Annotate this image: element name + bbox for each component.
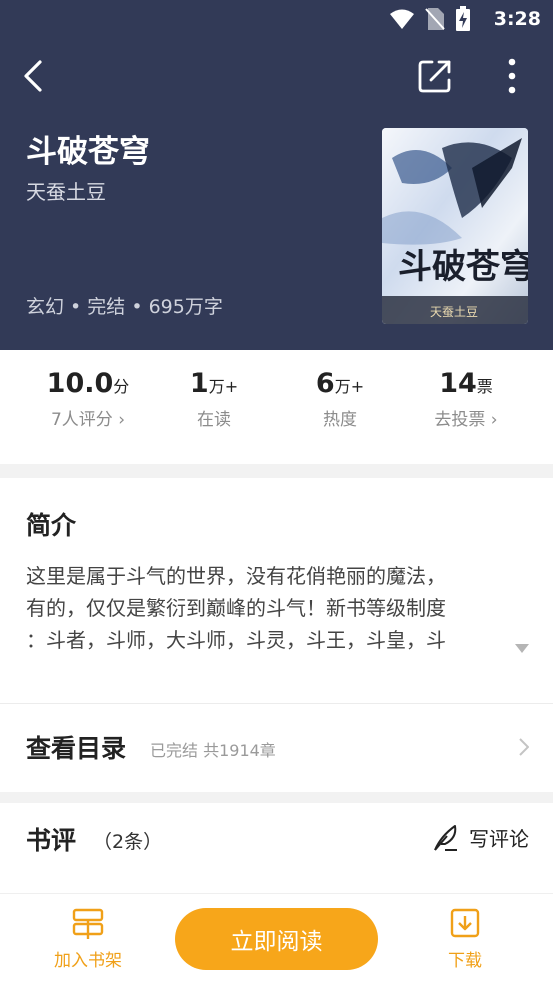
votes-unit: 票 <box>476 377 493 396</box>
back-button[interactable] <box>20 58 50 94</box>
status-icons <box>389 6 471 32</box>
votes-stat[interactable]: 14票 去投票 › <box>401 368 531 430</box>
readers-unit: 万+ <box>208 377 239 396</box>
intro-title: 简介 <box>26 511 77 540</box>
download-button[interactable]: 下载 <box>410 906 520 971</box>
book-header: 3:28 斗破苍穹 天蚕土豆 玄幻 • 完结 • 695万字 斗破苍穹 天蚕土豆 <box>0 0 553 350</box>
wifi-icon <box>390 9 414 29</box>
votes-value: 14 <box>439 368 477 399</box>
intro-line: ：斗者，斗师，大斗师，斗灵，斗王，斗皇，斗 <box>26 628 446 652</box>
bottom-action-bar: 加入书架 立即阅读 下载 <box>0 893 553 983</box>
quill-pen-icon <box>434 824 457 851</box>
toc-title: 查看目录 <box>26 734 127 763</box>
popularity-stat: 6万+ 热度 <box>275 368 405 430</box>
reviews-section: 书评 （2条） 写评论 <box>0 803 553 893</box>
intro-text: 这里是属于斗气的世界，没有花俏艳丽的魔法， 有的，仅仅是繁衍到巅峰的斗气！新书等… <box>26 560 526 656</box>
add-to-shelf-label: 加入书架 <box>54 951 122 971</box>
status-bar: 3:28 <box>0 0 553 40</box>
bookshelf-add-icon <box>72 908 104 939</box>
popularity-value: 6 <box>315 368 335 399</box>
book-cover-image[interactable]: 斗破苍穹 天蚕土豆 <box>382 128 528 324</box>
no-sim-icon <box>425 8 445 30</box>
table-of-contents-row[interactable]: 查看目录 已完结 共1914章 <box>0 704 553 792</box>
status-time: 3:28 <box>493 8 541 30</box>
book-title: 斗破苍穹 <box>26 134 150 170</box>
popularity-label: 热度 <box>323 410 357 430</box>
rating-value: 10.0 <box>46 368 114 399</box>
intro-line: 有的，仅仅是繁衍到巅峰的斗气！新书等级制度 <box>26 596 446 620</box>
book-meta: 玄幻 • 完结 • 695万字 <box>26 296 223 318</box>
battery-charging-icon <box>456 6 470 31</box>
download-label: 下载 <box>448 951 482 971</box>
intro-section[interactable]: 简介 这里是属于斗气的世界，没有花俏艳丽的魔法， 有的，仅仅是繁衍到巅峰的斗气！… <box>0 478 553 703</box>
write-review-button[interactable]: 写评论 <box>431 823 529 852</box>
toc-status: 已完结 共1914章 <box>150 741 276 760</box>
book-detail-screen: 3:28 斗破苍穹 天蚕土豆 玄幻 • 完结 • 695万字 斗破苍穹 天蚕土豆… <box>0 0 553 983</box>
rating-label: 7人评分 › <box>50 410 126 430</box>
cover-title-text: 斗破苍穹 <box>398 247 528 287</box>
expand-icon[interactable] <box>515 644 529 654</box>
more-options-button[interactable] <box>500 56 524 96</box>
rating-stat[interactable]: 10.0分 7人评分 › <box>23 368 153 430</box>
chevron-right-icon <box>519 738 529 756</box>
intro-line: 这里是属于斗气的世界，没有花俏艳丽的魔法， <box>26 564 446 588</box>
reviews-title: 书评 <box>26 826 77 855</box>
readers-label: 在读 <box>197 410 231 430</box>
cover-author-text: 天蚕土豆 <box>430 305 478 319</box>
vote-link[interactable]: 去投票 › <box>401 405 531 430</box>
reviews-count: （2条） <box>93 831 163 853</box>
share-button[interactable] <box>417 58 453 94</box>
readers-stat: 1万+ 在读 <box>149 368 279 430</box>
add-to-shelf-button[interactable]: 加入书架 <box>33 906 143 971</box>
popularity-unit: 万+ <box>334 377 365 396</box>
stats-panel: 10.0分 7人评分 › 1万+ 在读 6万+ 热度 14票 去投票 › <box>0 350 553 464</box>
read-now-button[interactable]: 立即阅读 <box>175 908 378 970</box>
book-author[interactable]: 天蚕土豆 <box>26 176 106 205</box>
rating-unit: 分 <box>113 377 130 396</box>
readers-value: 1 <box>189 368 209 399</box>
write-review-label: 写评论 <box>469 827 529 851</box>
download-icon <box>450 908 480 938</box>
